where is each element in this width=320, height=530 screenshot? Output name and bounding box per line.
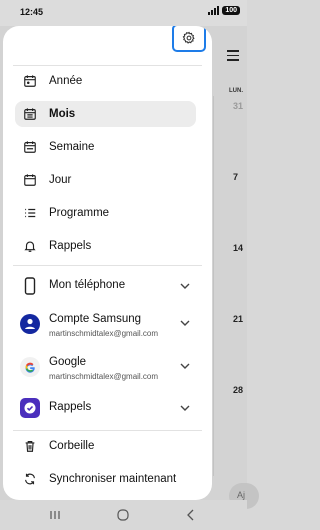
calendar-icon bbox=[24, 75, 36, 87]
trash-label: Corbeille bbox=[49, 440, 95, 452]
view-month[interactable]: Mois bbox=[15, 101, 196, 127]
account-email: martinschmidtalex@gmail.com bbox=[49, 329, 159, 338]
account-title: Google bbox=[49, 356, 87, 368]
chevron-down-icon[interactable] bbox=[180, 404, 190, 412]
view-reminders[interactable]: Rappels bbox=[15, 233, 196, 259]
recent-apps-icon[interactable] bbox=[48, 508, 62, 522]
status-bar: 12:45 100 bbox=[0, 0, 247, 26]
account-title: Compte Samsung bbox=[49, 313, 142, 325]
account-reminders[interactable]: Rappels bbox=[15, 397, 196, 419]
sync-icon bbox=[25, 473, 35, 485]
divider bbox=[13, 430, 202, 431]
gear-icon bbox=[182, 31, 195, 44]
account-title: Mon téléphone bbox=[49, 279, 126, 291]
signal-icon bbox=[208, 5, 220, 15]
account-my-phone[interactable]: Mon téléphone bbox=[15, 274, 196, 296]
trash-icon bbox=[25, 441, 35, 452]
back-icon[interactable] bbox=[184, 508, 198, 522]
sync-now-button[interactable]: Synchroniser maintenant bbox=[15, 466, 196, 492]
view-agenda[interactable]: Programme bbox=[15, 200, 196, 226]
sync-label: Synchroniser maintenant bbox=[49, 473, 177, 485]
view-label: Année bbox=[49, 75, 83, 87]
reminder-check-icon bbox=[20, 398, 40, 418]
view-label: Rappels bbox=[49, 240, 92, 252]
chevron-down-icon[interactable] bbox=[180, 282, 190, 290]
phone-icon bbox=[24, 277, 36, 295]
home-icon[interactable] bbox=[116, 508, 130, 522]
calendar-icon bbox=[24, 174, 36, 186]
account-samsung[interactable]: Compte Samsung martinschmidtalex@gmail.c… bbox=[15, 311, 196, 345]
date-cell: 14 bbox=[233, 243, 244, 253]
google-icon bbox=[20, 357, 40, 377]
account-google[interactable]: Google martinschmidtalex@gmail.com bbox=[15, 354, 196, 388]
day-header-monday: LUN. bbox=[229, 88, 243, 94]
view-year[interactable]: Année bbox=[15, 68, 196, 94]
view-day[interactable]: Jour bbox=[15, 167, 196, 193]
bell-icon bbox=[24, 241, 36, 252]
date-cell: 7 bbox=[233, 172, 239, 182]
view-label: Mois bbox=[49, 108, 76, 120]
battery-icon: 100 bbox=[222, 5, 240, 15]
chevron-down-icon[interactable] bbox=[180, 319, 190, 327]
navigation-drawer: Année Mois Semaine Jour Programme Rappel… bbox=[3, 26, 212, 500]
divider bbox=[13, 65, 202, 66]
view-label: Jour bbox=[49, 174, 72, 186]
system-nav-bar bbox=[0, 500, 247, 530]
calendar-divider bbox=[213, 96, 214, 476]
list-icon bbox=[25, 208, 36, 218]
trash-button[interactable]: Corbeille bbox=[15, 433, 196, 459]
date-cell: 21 bbox=[233, 314, 244, 324]
calendar-icon bbox=[24, 108, 36, 120]
view-label: Semaine bbox=[49, 141, 95, 153]
status-icons: 100 bbox=[208, 5, 240, 15]
view-label: Programme bbox=[49, 207, 110, 219]
chevron-down-icon[interactable] bbox=[180, 362, 190, 370]
account-email: martinschmidtalex@gmail.com bbox=[49, 372, 159, 381]
account-title: Rappels bbox=[49, 401, 92, 413]
date-cell: 28 bbox=[233, 385, 244, 395]
date-cell: 31 bbox=[233, 101, 244, 111]
samsung-account-icon bbox=[20, 314, 40, 334]
settings-button[interactable] bbox=[172, 26, 206, 52]
status-time: 12:45 bbox=[20, 7, 44, 17]
divider bbox=[13, 265, 202, 266]
hamburger-menu-icon[interactable] bbox=[227, 50, 239, 61]
calendar-icon bbox=[24, 141, 36, 153]
view-week[interactable]: Semaine bbox=[15, 134, 196, 160]
